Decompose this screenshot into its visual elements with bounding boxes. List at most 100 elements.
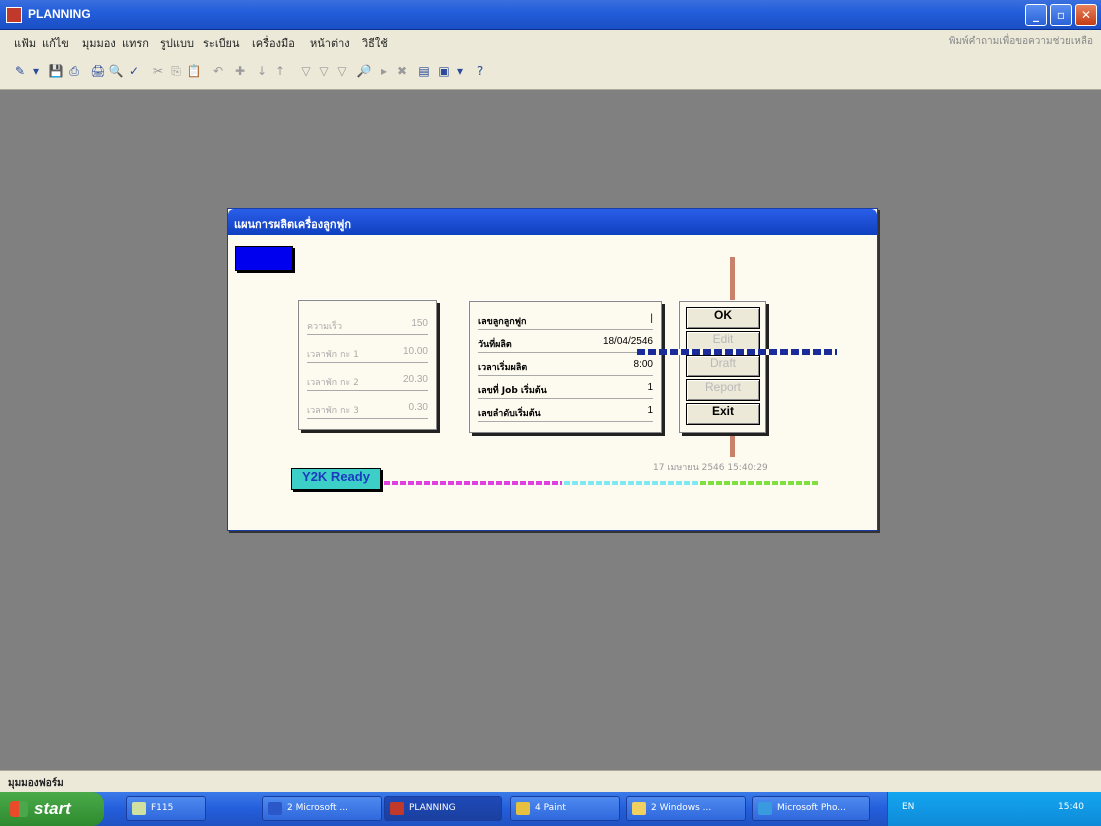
- paint-icon: [516, 802, 530, 815]
- apply-filter-icon[interactable]: ▽: [334, 63, 350, 79]
- input-label: วันที่ผลิต: [478, 340, 512, 350]
- job-inputs-panel: เลขลูกลูกฟูก | วันที่ผลิต 18/04/2546 เวล…: [469, 301, 662, 433]
- setting-label: ความเร็ว: [307, 322, 343, 332]
- input-row: วันที่ผลิต 18/04/2546: [478, 333, 653, 353]
- taskbar-item-paint[interactable]: 4 Paint: [510, 796, 620, 821]
- window-title: PLANNING: [28, 7, 91, 21]
- start-job-number-field[interactable]: 1: [647, 382, 653, 393]
- menu-records[interactable]: ระเบียน: [203, 34, 240, 52]
- decorative-dashed-line: [637, 349, 837, 355]
- current-datetime: 17 เมษายน 2546 15:40:29: [653, 463, 768, 473]
- word-icon: [268, 802, 282, 815]
- menu-file[interactable]: แฟ้ม: [14, 34, 36, 52]
- draft-button[interactable]: Draft: [686, 355, 760, 377]
- help-icon[interactable]: ?: [472, 63, 488, 79]
- new-object-dropdown-icon[interactable]: ▾: [452, 63, 468, 79]
- input-row: เลขที่ Job เริ่มต้น 1: [478, 379, 653, 399]
- menu-edit[interactable]: แก้ไข: [42, 34, 69, 52]
- start-label: start: [34, 799, 71, 818]
- windows-flag-icon: [10, 801, 28, 817]
- shift-settings-panel: ความเร็ว 150 เวลาพัก กะ 1 10.00 เวลาพัก …: [298, 300, 437, 430]
- exit-button[interactable]: Exit: [686, 403, 760, 425]
- planning-dialog: แผนการผลิตเครื่องลูกฟูก ความเร็ว 150 เวล…: [227, 208, 878, 531]
- logo-box: [235, 246, 293, 271]
- input-label: เวลาเริ่มผลิต: [478, 363, 528, 373]
- setting-row: เวลาพัก กะ 2 20.30: [307, 371, 428, 391]
- taskbar-item-label: 4 Paint: [535, 803, 566, 813]
- input-row: เลขลูกลูกฟูก |: [478, 310, 653, 330]
- action-buttons-panel: OK Edit Draft Report Exit: [679, 301, 766, 433]
- find-icon[interactable]: 🔎: [356, 63, 372, 79]
- production-date-field[interactable]: 18/04/2546: [603, 336, 653, 347]
- corrugator-number-field[interactable]: |: [650, 313, 653, 324]
- photo-editor-icon: [758, 802, 772, 815]
- taskbar-item-label: 2 Microsoft ...: [287, 803, 348, 813]
- file-search-icon[interactable]: ⎙: [66, 63, 82, 79]
- cut-icon[interactable]: ✂: [150, 63, 166, 79]
- taskbar-item-windows[interactable]: 2 Windows ...: [626, 796, 746, 821]
- status-bar: มุมมองฟอร์ม: [0, 770, 1101, 792]
- print-icon[interactable]: 🖨: [90, 63, 106, 79]
- start-sequence-field[interactable]: 1: [647, 405, 653, 416]
- setting-label: เวลาพัก กะ 3: [307, 406, 359, 416]
- input-label: เลขที่ Job เริ่มต้น: [478, 386, 547, 396]
- taskbar-item-label: F115: [151, 803, 174, 813]
- y2k-ready-badge: Y2K Ready: [291, 468, 381, 490]
- delete-record-icon[interactable]: ✖: [394, 63, 410, 79]
- spelling-icon[interactable]: ✓: [126, 63, 142, 79]
- setting-row: เวลาพัก กะ 3 0.30: [307, 399, 428, 419]
- taskbar-item-label: PLANNING: [409, 803, 456, 813]
- taskbar-item-f115[interactable]: F115: [126, 796, 206, 821]
- menu-help[interactable]: วิธีใช้: [362, 34, 388, 52]
- menu-insert[interactable]: แทรก: [122, 34, 149, 52]
- undo-icon[interactable]: ↶: [210, 63, 226, 79]
- taskbar-item-planning[interactable]: PLANNING: [384, 796, 502, 821]
- save-icon[interactable]: 💾: [48, 63, 64, 79]
- progress-stripe-magenta: [384, 481, 562, 485]
- break-shift-1-field[interactable]: 10.00: [403, 346, 428, 357]
- new-record-icon[interactable]: ▸: [376, 63, 392, 79]
- properties-icon[interactable]: ▤: [416, 63, 432, 79]
- paste-icon[interactable]: 📋: [186, 63, 202, 79]
- access-icon: [390, 802, 404, 815]
- break-shift-2-field[interactable]: 20.30: [403, 374, 428, 385]
- input-row: เวลาเริ่มผลิต 8:00: [478, 356, 653, 376]
- print-preview-icon[interactable]: 🔍: [108, 63, 124, 79]
- ok-button[interactable]: OK: [686, 307, 760, 329]
- sort-ascending-icon[interactable]: ↓: [254, 63, 270, 79]
- filter-by-form-icon[interactable]: ▽: [316, 63, 332, 79]
- speed-field[interactable]: 150: [411, 318, 428, 329]
- menu-window[interactable]: หน้าต่าง: [310, 34, 350, 52]
- menu-view[interactable]: มุมมอง: [82, 34, 116, 52]
- app-icon[interactable]: [6, 7, 22, 23]
- restore-button[interactable]: ▫: [1050, 4, 1072, 26]
- ask-question-box[interactable]: พิมพ์คำถามเพื่อขอความช่วยเหลือ: [949, 34, 1093, 49]
- close-button[interactable]: ✕: [1075, 4, 1097, 26]
- setting-row: ความเร็ว 150: [307, 315, 428, 335]
- insert-object-icon[interactable]: ✚: [232, 63, 248, 79]
- break-shift-3-field[interactable]: 0.30: [409, 402, 428, 413]
- clock[interactable]: 15:40: [1058, 802, 1084, 812]
- view-dropdown-icon[interactable]: ▾: [28, 63, 44, 79]
- filter-by-selection-icon[interactable]: ▽: [298, 63, 314, 79]
- taskbar-item-microsoft[interactable]: 2 Microsoft ...: [262, 796, 382, 821]
- start-time-field[interactable]: 8:00: [634, 359, 653, 370]
- taskbar-item-label: 2 Windows ...: [651, 803, 712, 813]
- menu-format[interactable]: รูปแบบ: [160, 34, 194, 52]
- input-row: เลขลำดับเริ่มต้น 1: [478, 402, 653, 422]
- menu-tools[interactable]: เครื่องมือ: [252, 34, 295, 52]
- setting-row: เวลาพัก กะ 1 10.00: [307, 343, 428, 363]
- report-button[interactable]: Report: [686, 379, 760, 401]
- taskbar: start F115 2 Microsoft ... PLANNING 4 Pa…: [0, 792, 1101, 826]
- input-label: เลขลำดับเริ่มต้น: [478, 409, 541, 419]
- database-window-icon[interactable]: ▣: [436, 63, 452, 79]
- minimize-button[interactable]: _: [1025, 4, 1047, 26]
- taskbar-item-photo[interactable]: Microsoft Pho...: [752, 796, 870, 821]
- dialog-title-bar: แผนการผลิตเครื่องลูกฟูก: [228, 209, 877, 235]
- view-icon[interactable]: ✎: [12, 63, 28, 79]
- folder-icon: [632, 802, 646, 815]
- language-indicator[interactable]: EN: [902, 802, 914, 812]
- start-button[interactable]: start: [0, 792, 104, 826]
- copy-icon[interactable]: ⎘: [168, 63, 184, 79]
- sort-descending-icon[interactable]: ↑: [272, 63, 288, 79]
